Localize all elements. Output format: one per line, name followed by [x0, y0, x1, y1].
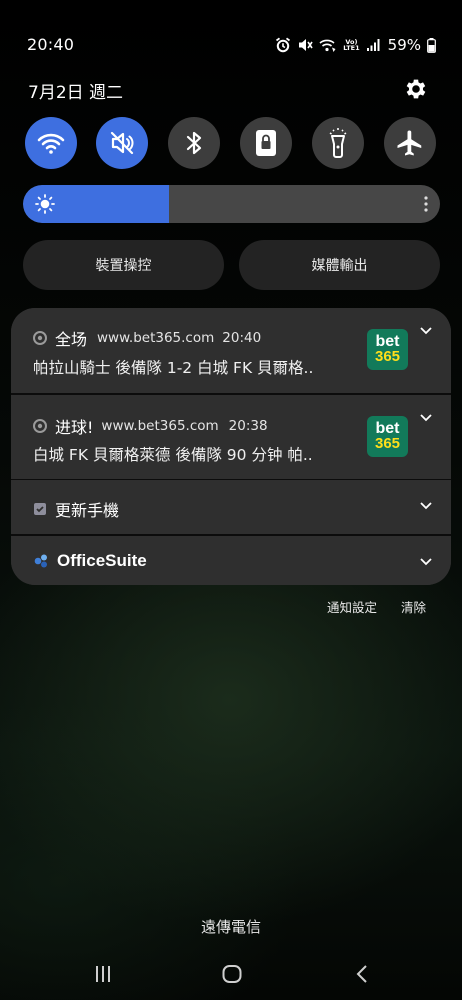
home-icon[interactable]: [221, 963, 243, 985]
gear-icon: [406, 79, 426, 99]
bet365-logo: bet 365: [367, 329, 408, 370]
airplane-icon: [397, 130, 422, 156]
back-icon[interactable]: [352, 963, 374, 985]
recent-apps-icon[interactable]: [92, 963, 114, 985]
chevron-down-icon[interactable]: [419, 557, 433, 567]
mute-icon: [110, 131, 134, 155]
notification-title: OfficeSuite: [57, 550, 147, 570]
wifi-icon: [37, 133, 65, 154]
notification-item[interactable]: 更新手機: [11, 480, 451, 534]
chrome-icon: [33, 331, 47, 345]
notification-body: 帕拉山騎士 後備隊 1-2 白城 FK 貝爾格..: [33, 359, 314, 377]
device-control-button[interactable]: 裝置操控: [23, 240, 224, 290]
lock-icon: [256, 130, 276, 156]
chrome-icon: [33, 418, 47, 433]
signal-icon: [366, 39, 380, 51]
sound-toggle[interactable]: [96, 117, 148, 169]
notification-body: 白城 FK 貝爾格萊德 後備隊 90 分钟 帕..: [33, 445, 313, 464]
wifi-toggle[interactable]: [25, 117, 77, 169]
notification-site: www.bet365.com: [101, 417, 219, 434]
battery-percent: 59%: [387, 36, 421, 54]
volte-icon: Vo) LTE1: [343, 37, 360, 52]
chevron-down-icon[interactable]: [419, 413, 433, 423]
notification-title: 进球!: [55, 417, 94, 437]
status-icons: Vo) LTE1 59%: [275, 35, 436, 55]
notification-time: 20:40: [222, 330, 262, 346]
bluetooth-toggle[interactable]: [168, 117, 220, 169]
mute-icon: [299, 39, 313, 51]
alarm-icon: [276, 37, 291, 53]
more-options-icon[interactable]: [424, 195, 428, 213]
notification-settings-button[interactable]: 通知設定: [327, 597, 377, 616]
airplane-toggle[interactable]: [384, 117, 436, 169]
notification-item[interactable]: 进球! www.bet365.com 20:38 白城 FK 貝爾格萊德 後備隊…: [11, 394, 451, 479]
flashlight-toggle[interactable]: [312, 117, 364, 169]
notification-site: www.bet365.com: [97, 330, 215, 346]
notification-item[interactable]: 全场 www.bet365.com 20:40 帕拉山騎士 後備隊 1-2 白城…: [11, 308, 451, 393]
screen-lock-toggle[interactable]: [240, 117, 292, 169]
wifi-calling-icon: [319, 39, 336, 52]
notification-title: 更新手機: [55, 501, 120, 520]
notification-item[interactable]: OfficeSuite: [11, 535, 451, 585]
brightness-slider[interactable]: [23, 185, 440, 223]
clear-button[interactable]: 清除: [401, 597, 426, 616]
sun-icon: [35, 194, 55, 214]
bluetooth-icon: [186, 131, 202, 155]
chevron-down-icon[interactable]: [419, 501, 433, 511]
notification-time: 20:38: [228, 417, 268, 434]
battery-icon: [427, 37, 436, 53]
notification-title: 全场: [55, 330, 88, 349]
bet365-logo: bet 365: [367, 415, 408, 457]
chevron-down-icon[interactable]: [419, 326, 433, 336]
notification-list: 全场 www.bet365.com 20:40 帕拉山騎士 後備隊 1-2 白城…: [11, 308, 451, 585]
flashlight-icon: [329, 128, 347, 158]
date-label: 7月2日 週二: [28, 83, 124, 103]
officesuite-icon: [34, 554, 47, 567]
status-time: 20:40: [27, 35, 75, 54]
settings-button[interactable]: [403, 76, 429, 102]
media-output-button[interactable]: 媒體輸出: [239, 240, 440, 290]
carrier-label: 遠傳電信: [200, 918, 261, 936]
update-icon: [34, 503, 46, 515]
